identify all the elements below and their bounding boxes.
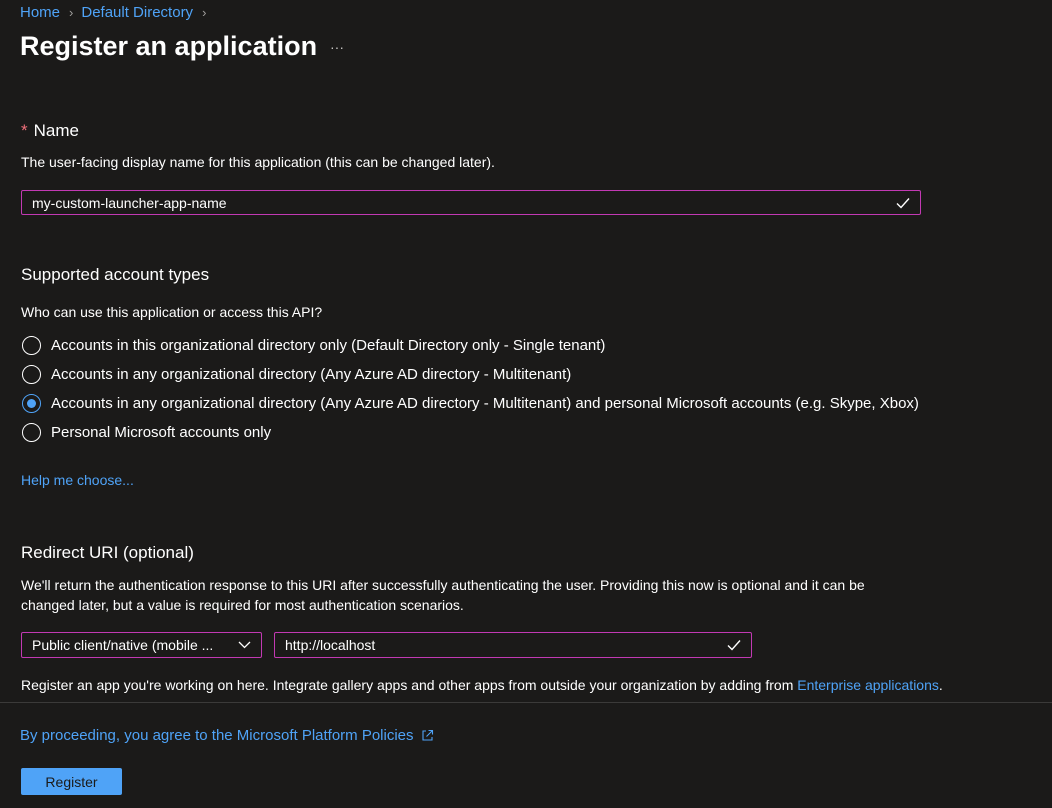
- redirect-uri-input[interactable]: http://localhost: [274, 632, 752, 658]
- redirect-uri-description-line1: We'll return the authentication response…: [21, 577, 865, 593]
- chevron-down-icon: [238, 641, 251, 649]
- platform-select[interactable]: Public client/native (mobile ...: [21, 632, 262, 658]
- register-note-suffix: .: [938, 677, 943, 693]
- name-description: The user-facing display name for this ap…: [21, 154, 495, 170]
- account-type-option-personal-only[interactable]: Personal Microsoft accounts only: [22, 421, 271, 443]
- footer-divider: [0, 702, 1052, 703]
- radio-label: Personal Microsoft accounts only: [51, 423, 272, 441]
- enterprise-applications-link[interactable]: Enterprise applications: [797, 677, 939, 693]
- help-me-choose-link[interactable]: Help me choose...: [21, 472, 134, 488]
- account-type-option-single-tenant[interactable]: Accounts in this organizational director…: [22, 334, 605, 356]
- chevron-right-icon: ›: [202, 4, 207, 20]
- redirect-uri-value: http://localhost: [285, 637, 376, 653]
- radio-button[interactable]: [22, 364, 41, 384]
- more-options-icon[interactable]: ···: [328, 37, 346, 57]
- breadcrumb: Home › Default Directory ›: [20, 3, 214, 21]
- account-types-heading: Supported account types: [21, 265, 210, 284]
- name-heading-label: Name: [33, 121, 79, 140]
- redirect-uri-description-line2: changed later, but a value is required f…: [21, 597, 464, 613]
- redirect-uri-heading: Redirect URI (optional): [21, 543, 194, 562]
- register-note-text: Register an app you're working on here. …: [21, 677, 798, 693]
- account-types-question: Who can use this application or access t…: [21, 304, 323, 320]
- app-name-input[interactable]: my-custom-launcher-app-name: [21, 190, 921, 215]
- checkmark-icon: [896, 197, 910, 209]
- radio-button-selected[interactable]: [22, 393, 41, 413]
- chevron-right-icon: ›: [69, 4, 74, 20]
- platform-policies-link[interactable]: By proceeding, you agree to the Microsof…: [20, 727, 434, 744]
- breadcrumb-home-link[interactable]: Home: [20, 4, 60, 21]
- radio-label: Accounts in this organizational director…: [51, 336, 606, 354]
- radio-button[interactable]: [22, 335, 41, 355]
- account-type-option-multitenant[interactable]: Accounts in any organizational directory…: [22, 363, 571, 385]
- app-name-value: my-custom-launcher-app-name: [32, 194, 227, 211]
- platform-select-value: Public client/native (mobile ...: [32, 637, 214, 653]
- radio-label: Accounts in any organizational directory…: [51, 365, 572, 383]
- breadcrumb-directory-link[interactable]: Default Directory: [81, 4, 193, 21]
- radio-button[interactable]: [22, 422, 41, 442]
- register-button[interactable]: Register: [21, 768, 122, 795]
- account-type-option-multitenant-personal[interactable]: Accounts in any organizational directory…: [22, 392, 919, 414]
- register-note: Register an app you're working on here. …: [21, 677, 943, 693]
- radio-label: Accounts in any organizational directory…: [51, 394, 919, 412]
- name-heading: * Name: [21, 121, 79, 141]
- external-link-icon: [421, 729, 433, 741]
- checkmark-icon: [727, 640, 741, 651]
- platform-policies-text: By proceeding, you agree to the Microsof…: [20, 727, 414, 744]
- page-title: Register an application: [20, 31, 318, 61]
- radio-selected-dot: [27, 398, 36, 408]
- required-marker: *: [21, 121, 28, 140]
